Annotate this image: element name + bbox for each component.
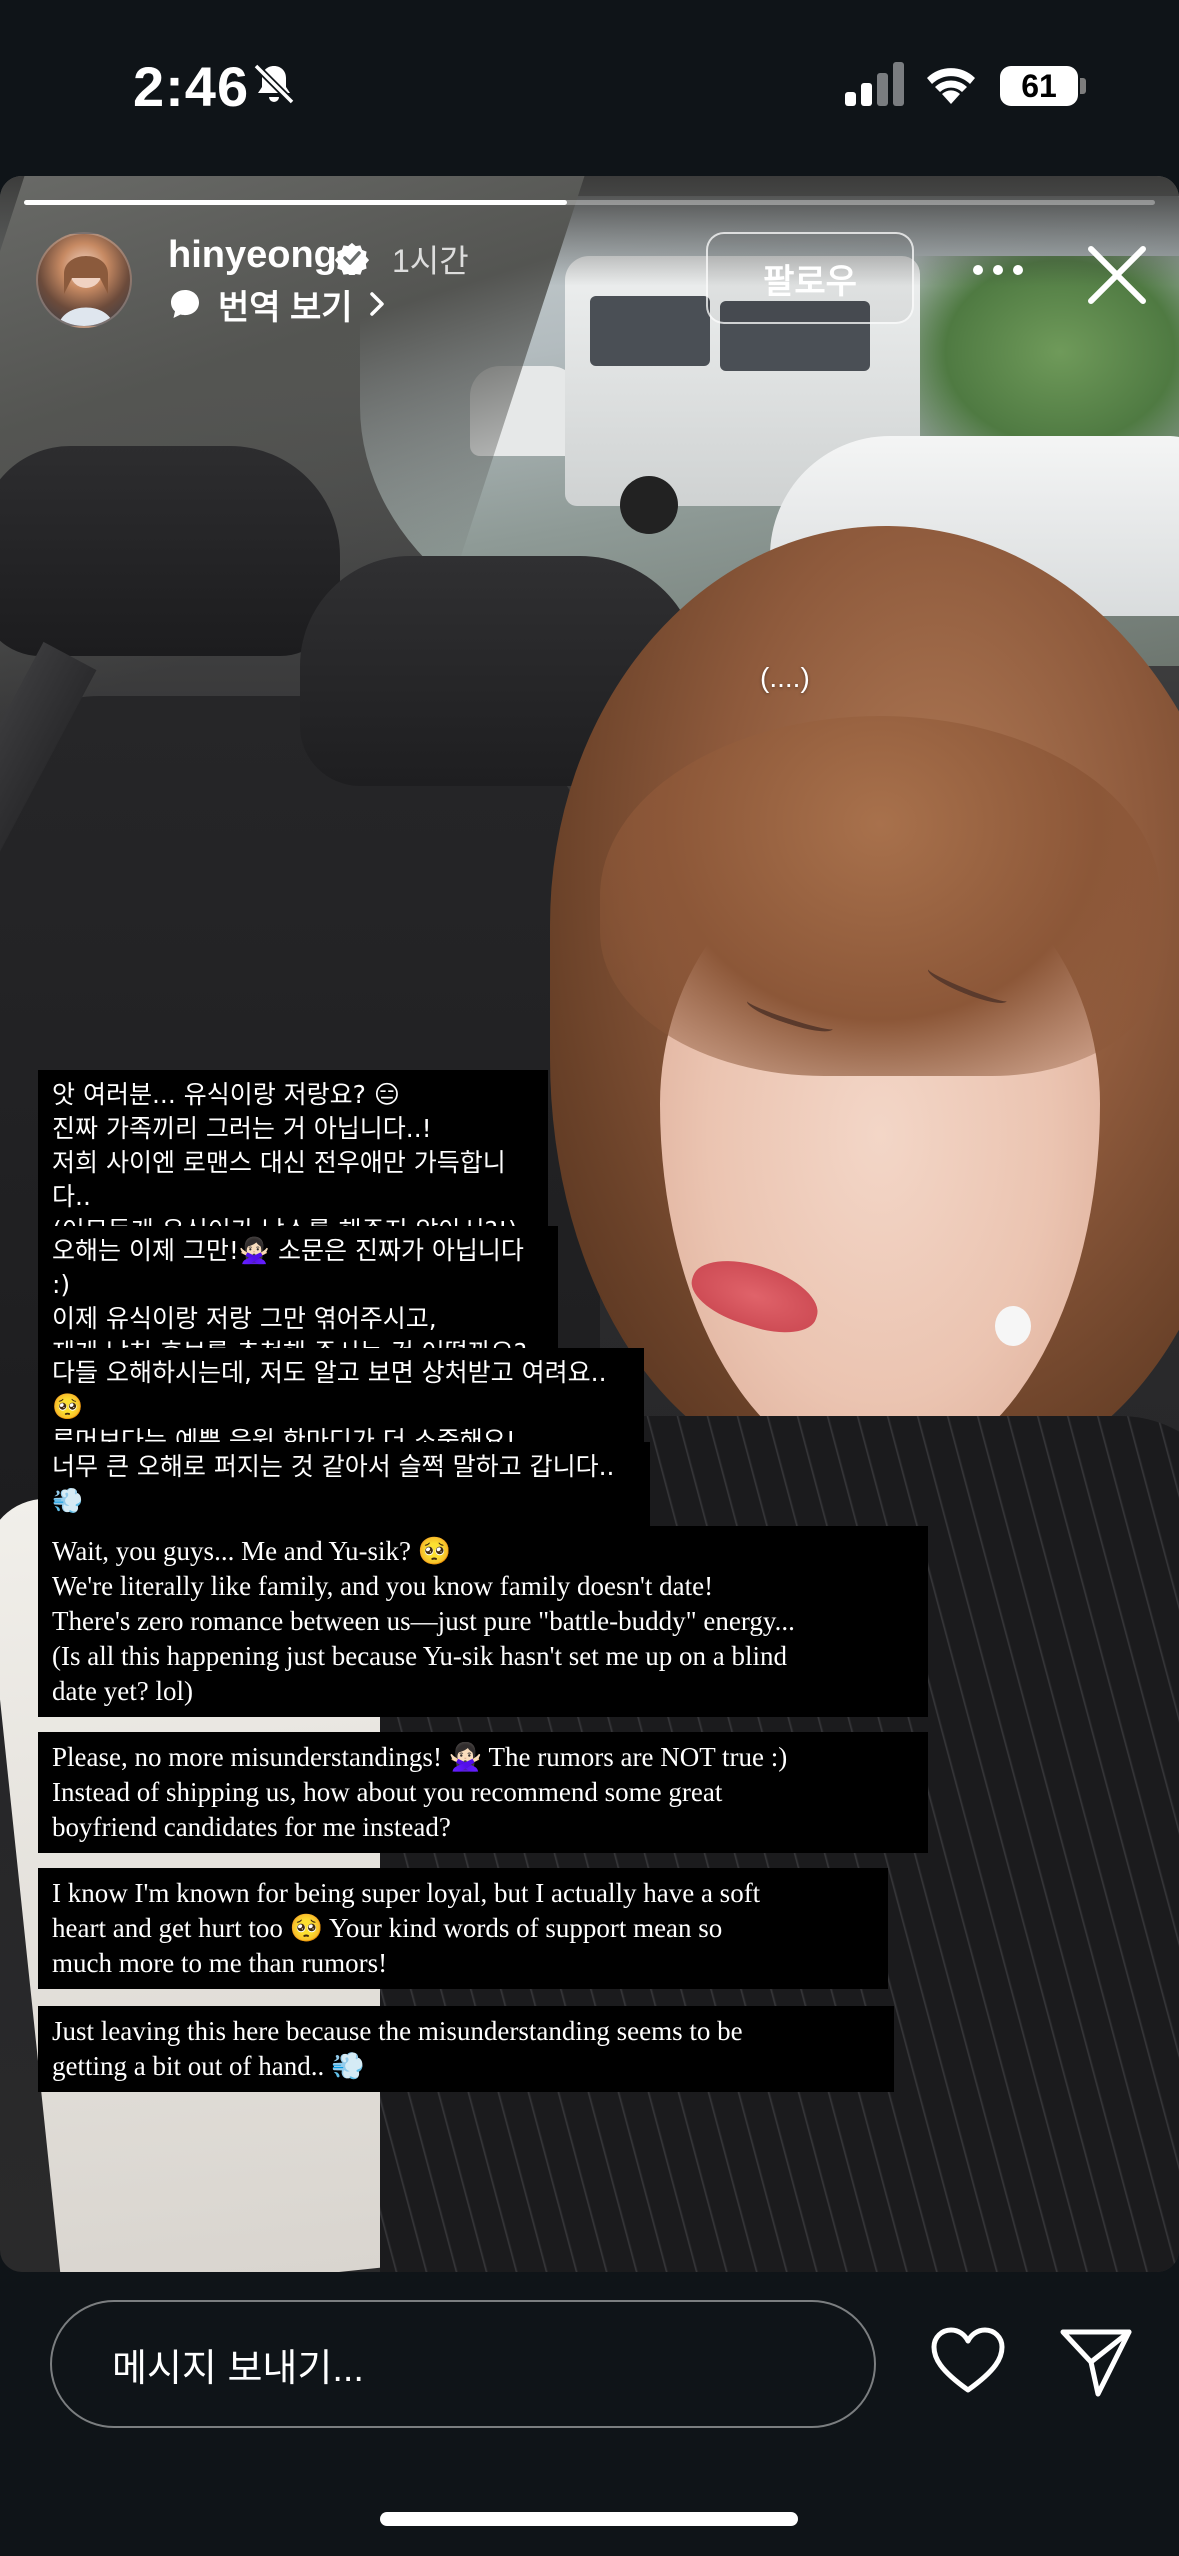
- status-time: 2:46: [133, 55, 250, 118]
- caption-en: Please, no more misunderstandings! 🙅🏻‍♀️…: [38, 1732, 928, 1853]
- bell-slash-icon: [253, 63, 295, 105]
- caption-en: Just leaving this here because the misun…: [38, 2006, 894, 2092]
- photo-bangs: [600, 716, 1160, 1076]
- send-icon[interactable]: [1058, 2326, 1134, 2398]
- caption-en: Wait, you guys... Me and Yu-sik? 🥺 We're…: [38, 1526, 928, 1717]
- story-progress-bar: [24, 200, 1155, 205]
- translate-button[interactable]: 번역 보기: [168, 282, 387, 327]
- battery-icon: 61: [1000, 66, 1078, 106]
- avatar[interactable]: [36, 232, 132, 328]
- overlay-text: (....): [760, 662, 810, 693]
- heart-icon[interactable]: [930, 2326, 1006, 2396]
- photo-headrest: [0, 446, 340, 656]
- caption-en: I know I'm known for being super loyal, …: [38, 1868, 888, 1989]
- chevron-right-icon: [369, 292, 384, 316]
- follow-button[interactable]: 팔로우: [706, 232, 914, 324]
- more-options-icon[interactable]: [970, 260, 1026, 280]
- username[interactable]: hinyeong: [168, 234, 337, 277]
- cellular-signal-icon: [845, 62, 904, 106]
- translate-label: 번역 보기: [218, 288, 353, 327]
- speech-bubble-icon: [171, 290, 199, 318]
- status-bar: 2:46 61: [0, 0, 1179, 175]
- wifi-icon: [927, 68, 975, 104]
- avatar-photo: [58, 256, 114, 326]
- battery-cap: [1080, 78, 1086, 94]
- photo-earbud: [995, 1306, 1031, 1346]
- photo-van-window: [590, 296, 710, 366]
- post-time: 1시간: [392, 243, 469, 279]
- caption-ko: 너무 큰 오해로 퍼지는 것 같아서 슬쩍 말하고 갑니다..💨: [38, 1442, 650, 1526]
- story-viewer[interactable]: hinyeong 1시간 번역 보기 팔로우 (....) 앗 여러분... 유…: [0, 176, 1179, 2272]
- photo-van-wheel: [620, 476, 678, 534]
- message-input[interactable]: 메시지 보내기...: [50, 2300, 876, 2428]
- close-icon[interactable]: [1086, 244, 1148, 306]
- verified-badge-icon: [335, 242, 369, 275]
- home-indicator[interactable]: [380, 2512, 798, 2526]
- story-progress-fill: [24, 200, 567, 205]
